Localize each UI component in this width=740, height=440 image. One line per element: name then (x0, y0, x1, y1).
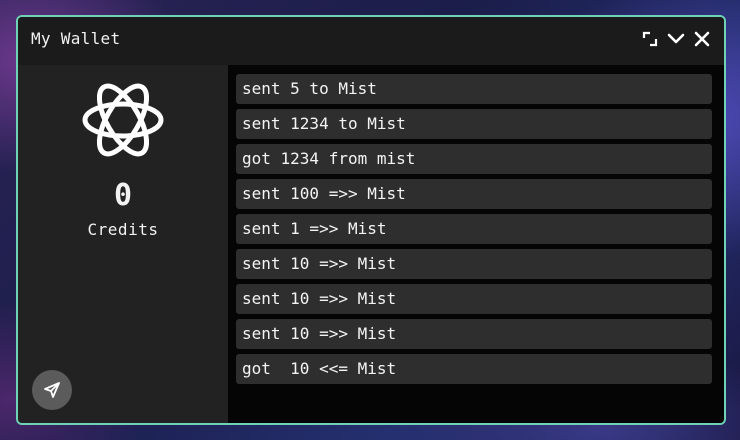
title-bar[interactable]: My Wallet (18, 17, 724, 65)
transaction-item[interactable]: got 10 <<= Mist (236, 354, 712, 384)
transaction-item[interactable]: sent 100 =>> Mist (236, 179, 712, 209)
close-button[interactable] (692, 29, 712, 49)
atom-icon (82, 83, 164, 157)
transaction-item[interactable]: sent 5 to Mist (236, 74, 712, 104)
window-title: My Wallet (31, 29, 121, 48)
wallet-window: My Wallet 0 Credits sent 5 to Mist sent … (16, 15, 726, 425)
transaction-item[interactable]: sent 1234 to Mist (236, 109, 712, 139)
transaction-item[interactable]: sent 10 =>> Mist (236, 284, 712, 314)
window-controls (640, 29, 712, 49)
credits-label: Credits (87, 220, 159, 239)
restore-button[interactable] (640, 29, 660, 49)
transaction-list: sent 5 to Mist sent 1234 to Mist got 123… (236, 74, 712, 389)
send-button[interactable] (32, 370, 72, 410)
credits-balance: 0 (113, 178, 133, 213)
transaction-item[interactable]: sent 1 =>> Mist (236, 214, 712, 244)
chevron-down-icon (667, 33, 685, 44)
transaction-item[interactable]: got 1234 from mist (236, 144, 712, 174)
transaction-item[interactable]: sent 10 =>> Mist (236, 319, 712, 349)
send-icon (44, 382, 60, 398)
restore-icon (642, 31, 658, 47)
close-icon (694, 31, 710, 47)
transaction-panel: sent 5 to Mist sent 1234 to Mist got 123… (228, 65, 724, 423)
wallet-sidebar: 0 Credits (18, 65, 228, 423)
collapse-button[interactable] (666, 29, 686, 49)
transaction-item[interactable]: sent 10 =>> Mist (236, 249, 712, 279)
